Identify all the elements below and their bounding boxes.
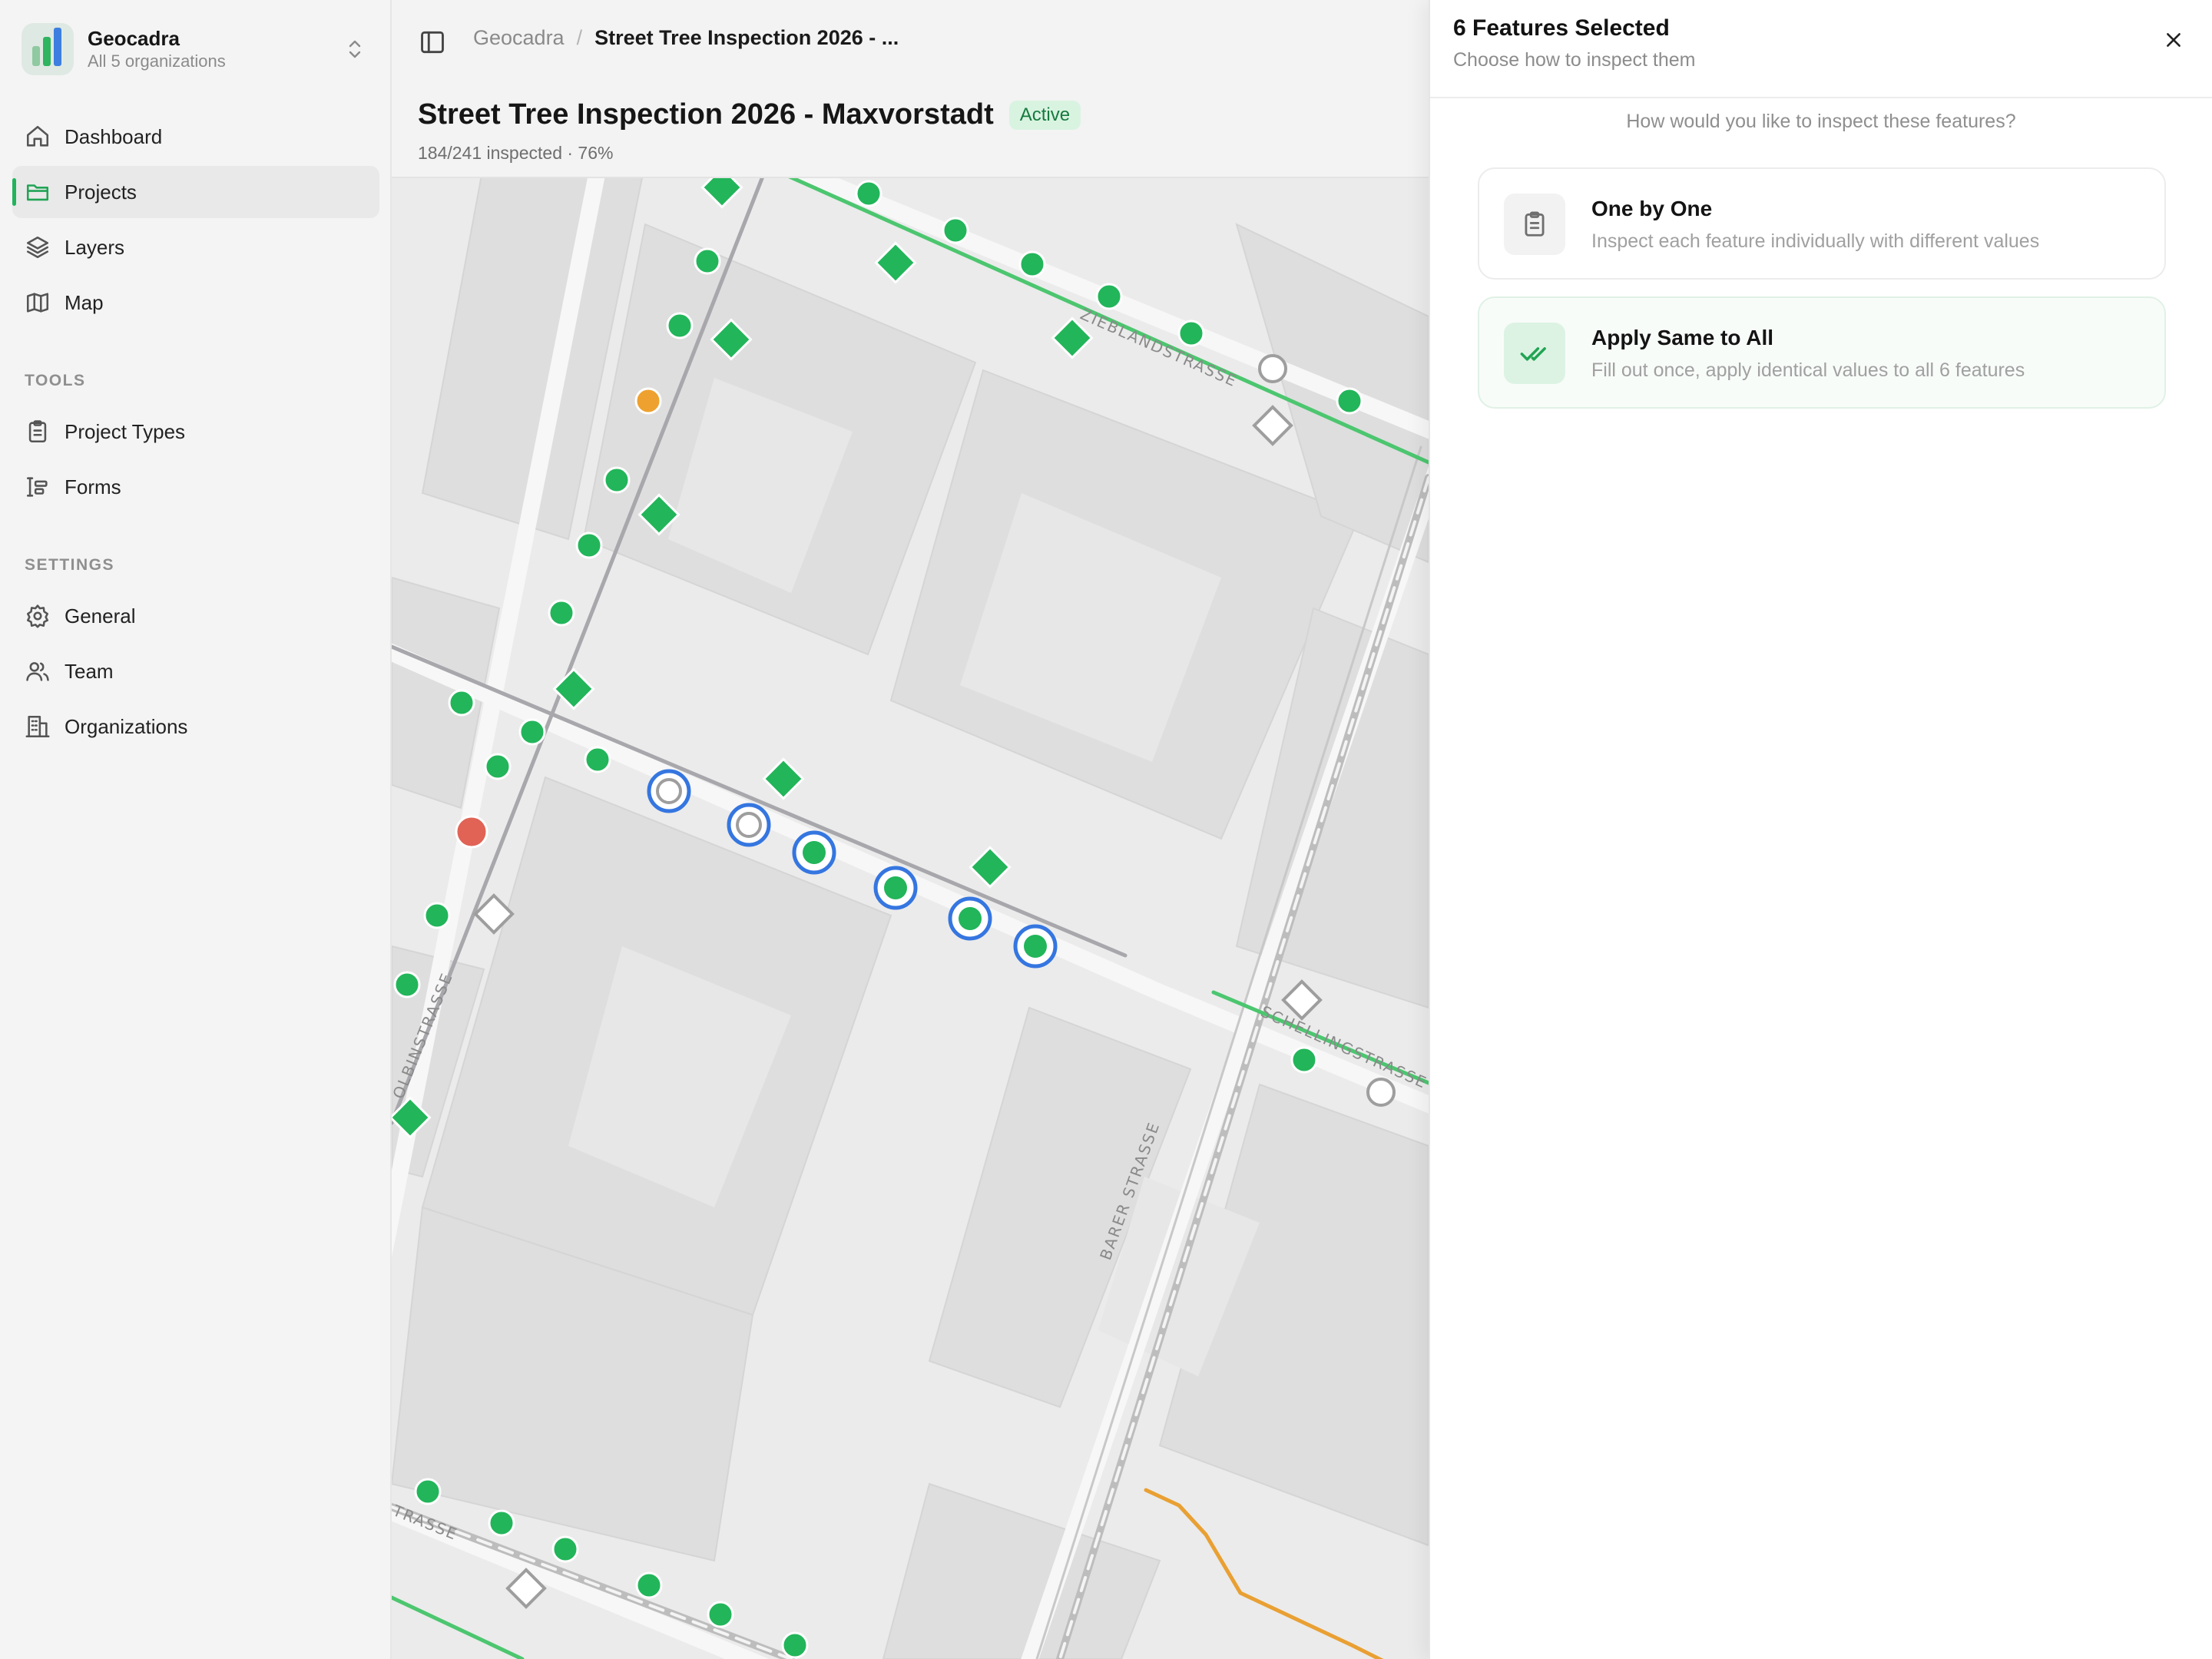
selected-feature[interactable] — [727, 803, 771, 847]
map-canvas[interactable]: ZIEBLANDSTRASSE SCHELLINGSTRASSE BARER S… — [392, 178, 1429, 1659]
option-apply-same-title: Apply Same to All — [1591, 326, 1774, 349]
tools-section-label: TOOLS — [25, 372, 86, 389]
breadcrumb: Geocadra / Street Tree Inspection 2026 -… — [473, 26, 899, 50]
nav-project-types[interactable]: Project Types — [12, 406, 379, 458]
panel-question: How would you like to inspect these feat… — [1626, 111, 2016, 132]
option-one-by-one-title: One by One — [1591, 197, 1713, 220]
home-icon — [26, 125, 49, 147]
page-header: Geocadra / Street Tree Inspection 2026 -… — [392, 0, 1429, 178]
users-icon — [26, 662, 49, 681]
sidebar: Geocadra All 5 organizations Dashboard P… — [0, 0, 392, 1659]
map-svg[interactable]: ZIEBLANDSTRASSE SCHELLINGSTRASSE BARER S… — [392, 178, 1429, 1659]
gear-icon — [26, 604, 49, 628]
org-logo-icon — [22, 23, 74, 75]
double-check-icon — [1520, 347, 1546, 361]
chevron-up-down-icon[interactable] — [339, 34, 370, 65]
selected-feature[interactable] — [873, 866, 918, 910]
nav-layers-label: Layers — [65, 235, 125, 259]
panel-title: 6 Features Selected — [1453, 15, 1670, 41]
settings-section-label: SETTINGS — [25, 556, 115, 574]
folder-icon — [26, 184, 49, 201]
nav-team-label: Team — [65, 659, 114, 683]
nav-organizations[interactable]: Organizations — [12, 700, 379, 753]
breadcrumb-separator: / — [576, 26, 583, 49]
form-icon — [26, 477, 48, 497]
clipboard-icon — [1525, 211, 1545, 237]
clipboard-icon — [28, 420, 47, 443]
close-button[interactable] — [2158, 25, 2189, 55]
breadcrumb-current: Street Tree Inspection 2026 - ... — [594, 26, 899, 49]
building-icon — [25, 715, 50, 738]
panel-subtitle: Choose how to inspect them — [1453, 49, 1696, 71]
warning-point[interactable] — [634, 387, 662, 415]
org-name: Geocadra — [88, 27, 180, 50]
nav-map[interactable]: Map — [12, 276, 379, 329]
nav-forms[interactable]: Forms — [12, 461, 379, 513]
map-icon — [26, 293, 49, 313]
status-badge: Active — [1008, 100, 1081, 130]
selected-feature[interactable] — [647, 769, 691, 813]
selected-feature[interactable] — [1013, 924, 1058, 969]
nav-team[interactable]: Team — [12, 645, 379, 697]
layers-icon — [26, 236, 49, 259]
nav-project-types-label: Project Types — [65, 419, 186, 443]
nav-dashboard-label: Dashboard — [65, 124, 163, 148]
page-title: Street Tree Inspection 2026 - Maxvorstad… — [418, 98, 994, 131]
nav-general[interactable]: General — [12, 590, 379, 642]
nav-forms-label: Forms — [65, 475, 121, 498]
issue-point[interactable] — [455, 815, 488, 849]
nav-projects[interactable]: Projects — [12, 166, 379, 218]
nav-projects-label: Projects — [65, 180, 137, 204]
close-icon — [2167, 33, 2181, 47]
nav-dashboard[interactable]: Dashboard — [12, 111, 379, 163]
nav-map-label: Map — [65, 290, 104, 314]
inspection-progress: 184/241 inspected · 76% — [418, 143, 614, 163]
nav-organizations-label: Organizations — [65, 714, 188, 738]
sidebar-toggle-icon[interactable] — [418, 28, 447, 57]
org-switcher[interactable]: Geocadra All 5 organizations — [22, 22, 370, 77]
selection-panel: 6 Features Selected Choose how to inspec… — [1429, 0, 2212, 1659]
breadcrumb-root[interactable]: Geocadra — [473, 26, 565, 50]
selected-feature[interactable] — [948, 896, 992, 941]
org-subtitle: All 5 organizations — [88, 51, 226, 71]
option-one-by-one-description: Inspect each feature individually with d… — [1591, 230, 2040, 252]
option-apply-same-description: Fill out once, apply identical values to… — [1591, 359, 2025, 381]
nav-layers[interactable]: Layers — [12, 221, 379, 273]
option-one-by-one[interactable]: One by One Inspect each feature individu… — [1478, 167, 2166, 280]
selected-feature[interactable] — [792, 830, 836, 875]
option-apply-same-to-all[interactable]: Apply Same to All Fill out once, apply i… — [1478, 296, 2166, 409]
nav-general-label: General — [65, 604, 136, 628]
